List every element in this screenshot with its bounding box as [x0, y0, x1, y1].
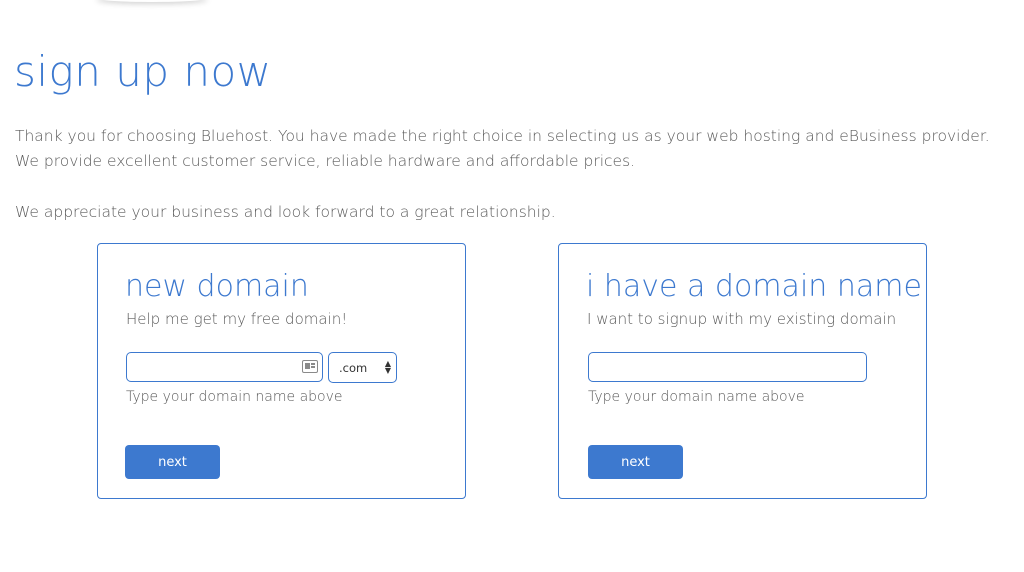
- card-subtitle: Help me get my free domain!: [126, 310, 348, 328]
- select-arrows-icon: ▲ ▼: [384, 359, 391, 375]
- header-shadow: [96, 0, 208, 2]
- new-domain-card: new domain Help me get my free domain! .…: [97, 243, 466, 499]
- contact-card-icon: [302, 360, 318, 373]
- intro-line: Thank you for choosing Bluehost. You hav…: [15, 127, 990, 145]
- tld-select[interactable]: .com ▲ ▼: [328, 352, 397, 383]
- intro-line: We provide excellent customer service, r…: [15, 152, 636, 170]
- helper-text: Type your domain name above: [126, 389, 343, 405]
- tld-selected-value: .com: [339, 361, 368, 375]
- existing-domain-input[interactable]: [588, 352, 867, 382]
- intro-text: Thank you for choosing Bluehost. You hav…: [15, 124, 1005, 225]
- intro-line: We appreciate your business and look for…: [15, 203, 556, 221]
- new-domain-input[interactable]: [126, 352, 323, 382]
- card-title: new domain: [125, 269, 309, 304]
- card-subtitle: I want to signup with my existing domain: [587, 310, 897, 328]
- existing-domain-next-button[interactable]: next: [588, 445, 683, 479]
- helper-text: Type your domain name above: [588, 389, 805, 405]
- new-domain-next-button[interactable]: next: [125, 445, 220, 479]
- card-title: i have a domain name: [586, 269, 922, 304]
- existing-domain-card: i have a domain name I want to signup wi…: [558, 243, 927, 499]
- page-title: sign up now: [14, 47, 272, 96]
